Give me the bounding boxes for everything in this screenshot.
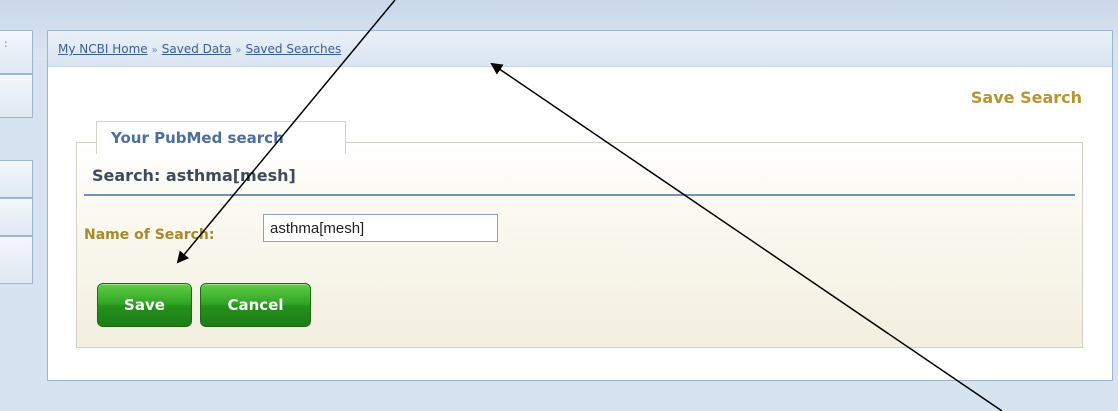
search-heading: Search: asthma[mesh] xyxy=(84,162,1075,196)
name-of-search-input[interactable] xyxy=(263,214,498,242)
name-of-search-label: Name of Search: xyxy=(84,227,215,243)
sidebar-tab[interactable]: : xyxy=(0,30,33,74)
breadcrumb-bar: My NCBI Home» Saved Data» Saved Searches xyxy=(48,31,1112,67)
sidebar-tab[interactable] xyxy=(0,236,33,284)
cancel-button[interactable]: Cancel xyxy=(200,283,311,327)
breadcrumb: My NCBI Home» Saved Data» Saved Searches xyxy=(58,42,341,56)
breadcrumb-separator: » xyxy=(151,45,158,56)
sidebar-tab[interactable] xyxy=(0,74,33,118)
sidebar-tab[interactable] xyxy=(0,198,33,236)
fieldset-legend-label: Your PubMed search xyxy=(111,129,284,147)
search-heading-label: Search: asthma[mesh] xyxy=(92,166,296,185)
page-title: Save Search xyxy=(970,88,1082,107)
save-button[interactable]: Save xyxy=(97,283,192,327)
fieldset-legend: Your PubMed search xyxy=(96,121,346,154)
breadcrumb-my-ncbi-home[interactable]: My NCBI Home xyxy=(58,42,148,56)
breadcrumb-separator: » xyxy=(235,45,242,56)
breadcrumb-saved-searches[interactable]: Saved Searches xyxy=(245,42,341,56)
sidebar-tab[interactable] xyxy=(0,160,33,198)
sidebar-tab-fragment: : xyxy=(4,37,8,50)
main-panel: My NCBI Home» Saved Data» Saved Searches S… xyxy=(47,30,1113,381)
breadcrumb-saved-data[interactable]: Saved Data xyxy=(162,42,232,56)
